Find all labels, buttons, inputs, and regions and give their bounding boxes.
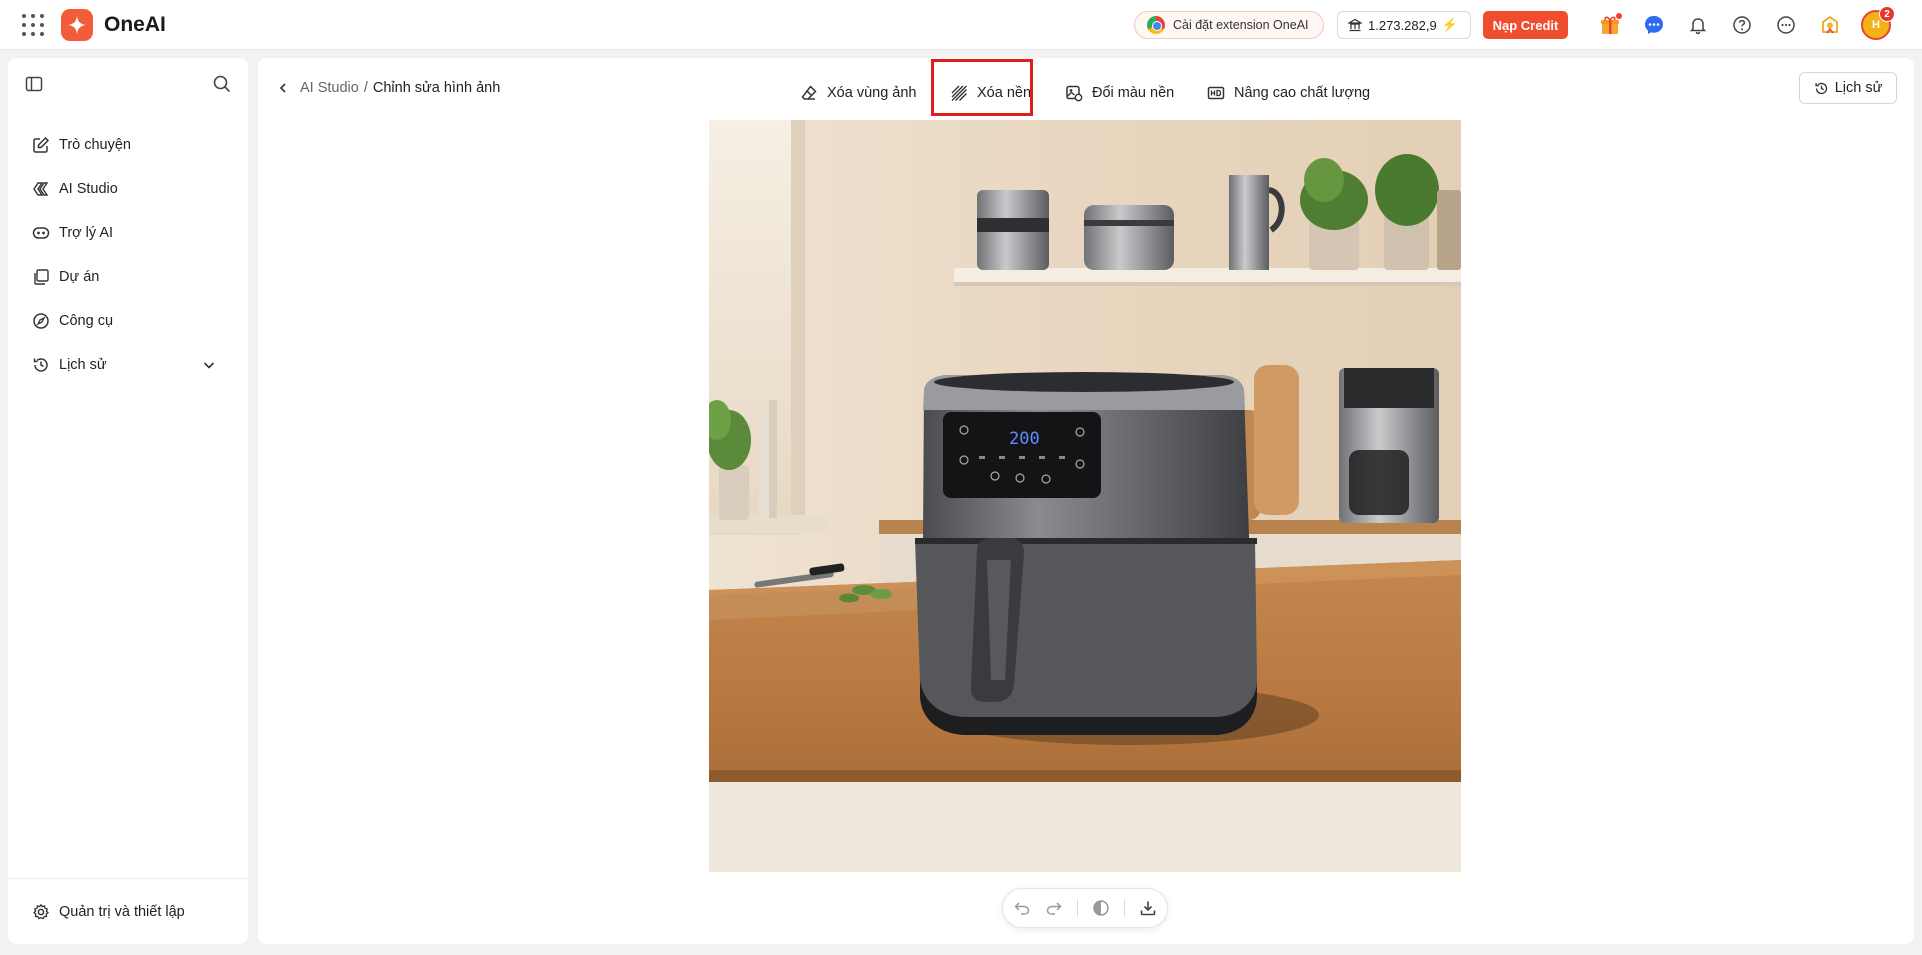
- folder-icon: [34, 269, 49, 285]
- chevron-down-icon[interactable]: [201, 357, 217, 373]
- history-icon: [33, 358, 48, 372]
- help-icon[interactable]: [1730, 13, 1754, 37]
- air-fryer-lcd-text: 200: [1009, 429, 1040, 449]
- avatar-initials: H: [1872, 19, 1880, 31]
- install-extension-label: Cài đặt extension OneAI: [1173, 18, 1309, 32]
- lightning-icon: ⚡: [1441, 17, 1458, 32]
- enhance-quality-tool[interactable]: Nâng cao chất lượng: [1207, 78, 1370, 108]
- download-icon[interactable]: [1139, 899, 1157, 917]
- sidebar-item-history[interactable]: Lịch sử: [22, 348, 234, 382]
- sidebar-item-chat[interactable]: Trò chuyện: [22, 128, 234, 162]
- tool-label: Nâng cao chất lượng: [1234, 85, 1371, 101]
- sidebar-item-label: Lịch sử: [59, 357, 107, 373]
- install-extension-button[interactable]: Cài đặt extension OneAI: [1134, 11, 1324, 39]
- compass-icon: [33, 313, 49, 329]
- compare-icon[interactable]: [1092, 899, 1110, 917]
- history-icon: [1815, 82, 1827, 94]
- breadcrumb-parent-link[interactable]: AI Studio: [300, 80, 359, 96]
- credit-balance-value: 1.273.282,9: [1368, 17, 1437, 33]
- sidebar-item-label: Trợ lý AI: [59, 225, 114, 241]
- gift-notification-dot: [1616, 13, 1622, 19]
- sidebar-item-label: Trò chuyện: [59, 137, 131, 153]
- sidebar-item-ai-assistant[interactable]: Trợ lý AI: [22, 216, 234, 250]
- settings-label: Quản trị và thiết lập: [59, 904, 185, 920]
- redo-icon[interactable]: [1045, 899, 1063, 917]
- bot-icon: [32, 227, 50, 239]
- breadcrumb-separator: /: [363, 80, 368, 96]
- sidebar-item-projects[interactable]: Dự án: [22, 260, 234, 294]
- bell-icon[interactable]: [1686, 13, 1710, 37]
- sidebar-item-label: AI Studio: [59, 181, 118, 197]
- top-up-credit-button[interactable]: Nạp Credit: [1483, 11, 1568, 39]
- gear-icon: [33, 903, 49, 920]
- sidebar-toggle-icon[interactable]: [24, 74, 44, 99]
- studio-icon: [33, 182, 49, 196]
- app-name[interactable]: OneAI: [104, 13, 166, 37]
- sidebar-item-ai-studio[interactable]: AI Studio: [22, 172, 234, 206]
- change-background-color-tool[interactable]: Đổi màu nền: [1065, 78, 1174, 108]
- reward-icon[interactable]: [1818, 13, 1842, 37]
- undo-icon[interactable]: [1013, 899, 1031, 917]
- eraser-icon: [801, 85, 817, 100]
- image-action-toolbar: [1002, 888, 1168, 928]
- hd-icon: [1207, 86, 1225, 100]
- sidebar: Trò chuyện AI Studio Trợ lý AI Dự án Côn…: [8, 58, 248, 944]
- apps-grid-icon[interactable]: [22, 14, 44, 36]
- sidebar-footer: Quản trị và thiết lập: [8, 878, 248, 944]
- image-canvas[interactable]: 200: [709, 120, 1461, 872]
- bank-icon: [1348, 18, 1362, 32]
- sidebar-item-label: Công cụ: [59, 313, 114, 329]
- toolbar-divider: [1124, 899, 1125, 917]
- credit-balance[interactable]: 1.273.282,9 ⚡: [1337, 11, 1471, 39]
- edit-icon: [33, 136, 50, 153]
- sidebar-item-tools[interactable]: Công cụ: [22, 304, 234, 338]
- top-bar: OneAI Cài đặt extension OneAI 1.273.282,…: [0, 0, 1922, 50]
- settings-button[interactable]: Quản trị và thiết lập: [22, 895, 234, 929]
- search-icon[interactable]: [212, 74, 232, 99]
- oneai-logo-icon[interactable]: [61, 9, 93, 41]
- toolbar-divider: [1077, 899, 1078, 917]
- breadcrumb: AI Studio / Chỉnh sửa hình ảnh: [276, 80, 500, 96]
- chrome-icon: [1147, 16, 1165, 34]
- breadcrumb-current: Chỉnh sửa hình ảnh: [372, 80, 501, 96]
- tool-label: Đổi màu nền: [1092, 85, 1175, 101]
- user-avatar[interactable]: H 2: [1861, 6, 1895, 40]
- history-button[interactable]: Lịch sử: [1799, 72, 1897, 104]
- more-options-icon[interactable]: [1774, 13, 1798, 37]
- air-fryer-kitchen-photo: 200: [709, 120, 1461, 872]
- messenger-icon[interactable]: [1642, 13, 1666, 37]
- history-button-label: Lịch sử: [1834, 80, 1883, 96]
- back-chevron-icon[interactable]: [276, 81, 290, 95]
- erase-area-tool[interactable]: Xóa vùng ảnh: [800, 78, 917, 108]
- tool-label: Xóa vùng ảnh: [827, 85, 917, 101]
- recolor-background-icon: [1066, 85, 1083, 102]
- main-panel: AI Studio / Chỉnh sửa hình ảnh Xóa vùng …: [258, 58, 1914, 944]
- sidebar-item-label: Dự án: [59, 269, 100, 285]
- gift-icon[interactable]: [1598, 13, 1622, 37]
- notification-badge: 2: [1879, 6, 1895, 22]
- selected-tool-highlight: [931, 59, 1033, 116]
